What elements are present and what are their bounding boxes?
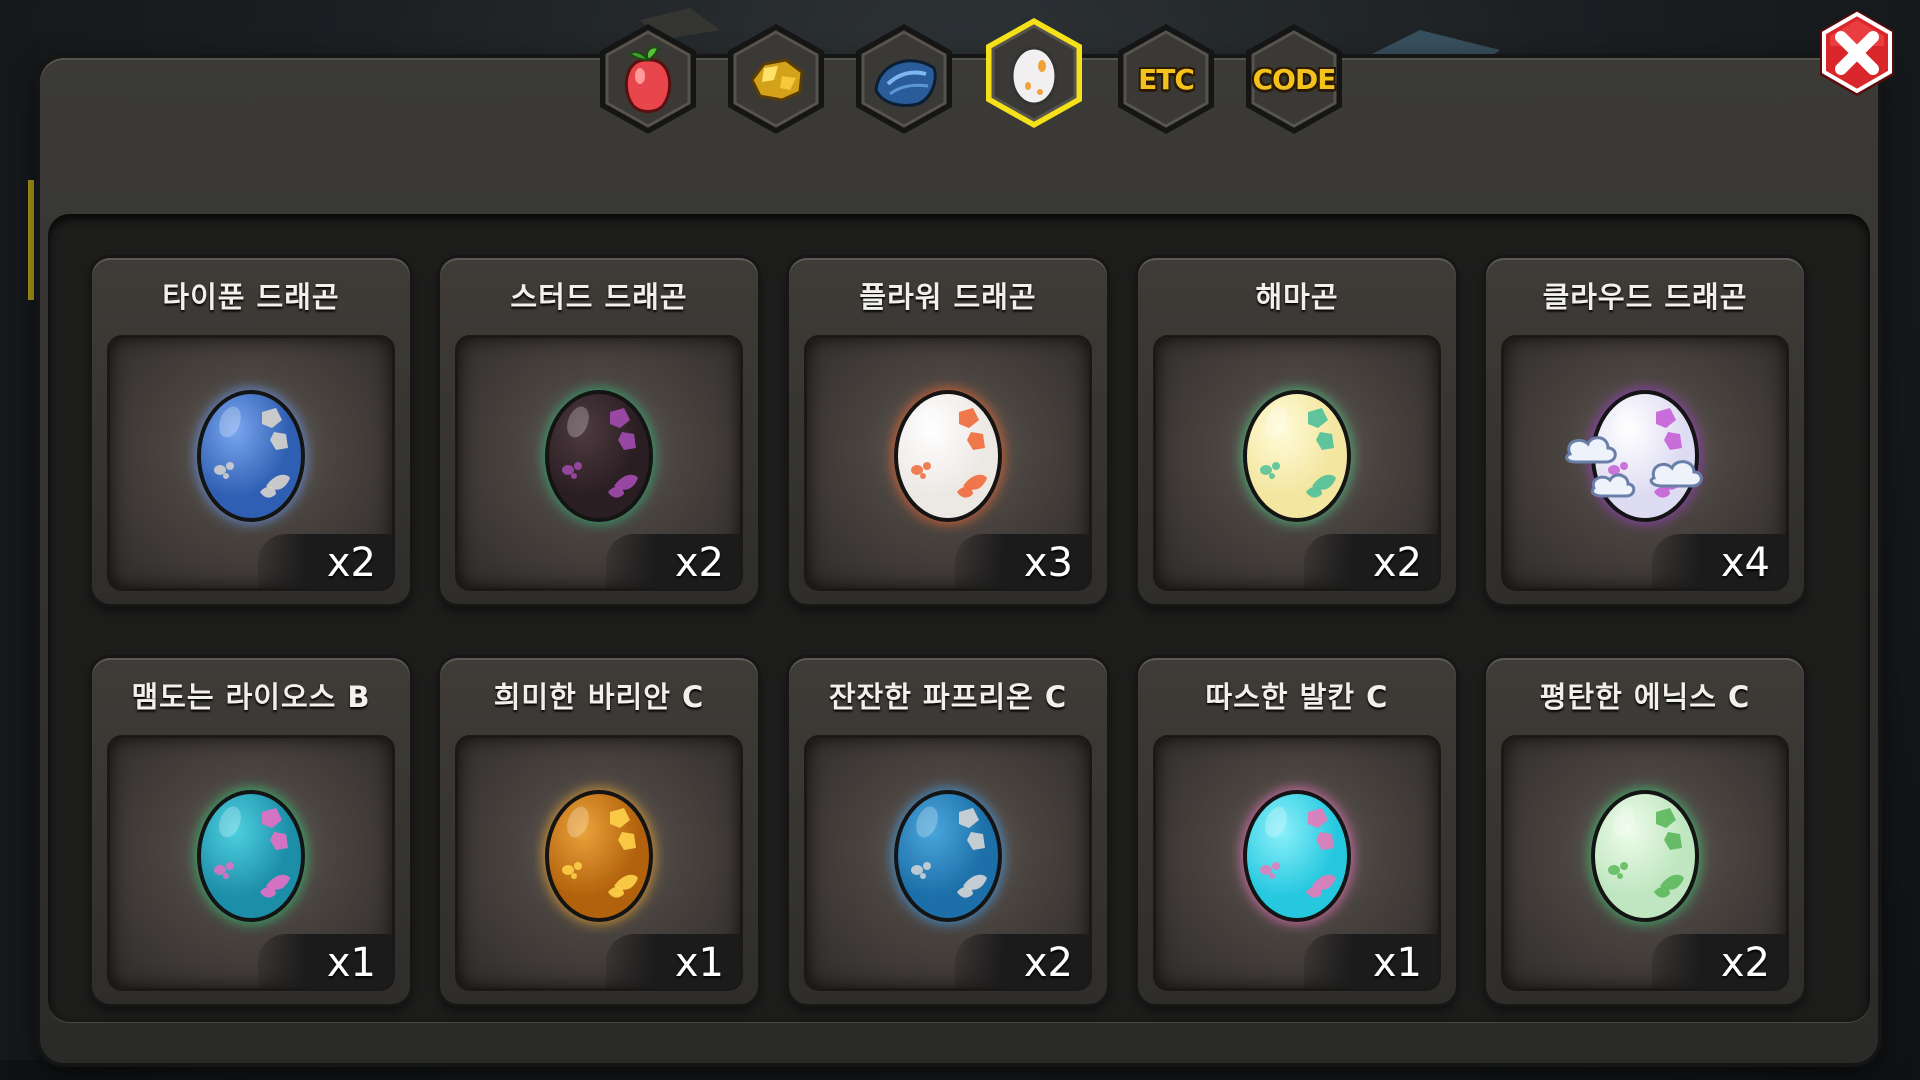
item-card[interactable]: 따스한 발칸 C x1 (1138, 658, 1456, 1004)
item-count: x1 (1372, 940, 1422, 986)
tab-gold[interactable] (720, 20, 832, 138)
item-name: 타이푼 드래곤 (162, 280, 340, 314)
tab-etc-label: ETC (1138, 62, 1195, 96)
item-name: 플라워 드래곤 (859, 280, 1037, 314)
tab-egg[interactable] (978, 14, 1090, 132)
item-name: 맴도는 라이오스 B (131, 680, 371, 714)
dragon-egg-icon (892, 788, 1004, 924)
item-count: x2 (674, 540, 724, 586)
item-slot: x2 (1504, 738, 1786, 988)
dragon-egg-icon (1241, 788, 1353, 924)
item-card[interactable]: 희미한 바리안 C x1 (440, 658, 758, 1004)
item-name: 클라우드 드래곤 (1542, 280, 1748, 314)
close-icon (1820, 10, 1894, 96)
tab-scale[interactable] (848, 20, 960, 138)
item-name: 따스한 발칸 C (1205, 680, 1389, 714)
tab-code-label: CODE (1252, 62, 1337, 96)
item-count: x3 (1023, 540, 1073, 586)
item-name: 해마곤 (1255, 280, 1339, 314)
item-count: x2 (1023, 940, 1073, 986)
category-tabs: ETC CODE (592, 14, 1358, 144)
item-card[interactable]: 스터드 드래곤 x2 (440, 258, 758, 604)
dragon-scale-icon (874, 59, 937, 107)
item-card[interactable]: 클라우드 드래곤 x4 (1486, 258, 1804, 604)
item-slot: x2 (110, 338, 392, 588)
item-grid: 타이푼 드래곤 x2 스터드 드래곤 x2 플라워 드래곤 x3 해마곤 x2 클라우드 드래곤… (92, 258, 1806, 1006)
tab-fruit[interactable] (592, 20, 704, 138)
item-slot: x2 (1156, 338, 1438, 588)
cloud-decoration-icon (1565, 436, 1703, 498)
item-count: x2 (1720, 940, 1770, 986)
close-button[interactable] (1810, 6, 1904, 100)
item-card[interactable]: 잔잔한 파프리온 C x2 (789, 658, 1107, 1004)
dragon-egg-icon (543, 388, 655, 524)
egg-icon (1010, 46, 1058, 106)
dragon-egg-icon (1589, 788, 1701, 924)
item-count: x2 (326, 540, 376, 586)
dragon-egg-icon (543, 788, 655, 924)
item-slot: x3 (807, 338, 1089, 588)
item-slot: x2 (807, 738, 1089, 988)
item-card[interactable]: 해마곤 x2 (1138, 258, 1456, 604)
item-card[interactable]: 플라워 드래곤 x3 (789, 258, 1107, 604)
item-card[interactable]: 맴도는 라이오스 B x1 (92, 658, 410, 1004)
dragon-egg-icon (892, 388, 1004, 524)
item-card[interactable]: 타이푼 드래곤 x2 (92, 258, 410, 604)
tab-etc[interactable]: ETC (1110, 20, 1222, 138)
item-name: 잔잔한 파프리온 C (828, 680, 1068, 714)
item-count: x2 (1372, 540, 1422, 586)
item-slot: x4 (1504, 338, 1786, 588)
item-name: 희미한 바리안 C (493, 680, 705, 714)
tab-code[interactable]: CODE (1238, 20, 1350, 138)
item-slot: x1 (110, 738, 392, 988)
dragon-egg-icon (1241, 388, 1353, 524)
item-count: x1 (674, 940, 724, 986)
fruit-icon (624, 46, 672, 113)
item-count: x1 (326, 940, 376, 986)
gold-nugget-icon (750, 58, 804, 102)
item-name: 평탄한 에닉스 C (1539, 680, 1751, 714)
item-slot: x2 (458, 338, 740, 588)
item-name: 스터드 드래곤 (510, 280, 688, 314)
item-slot: x1 (458, 738, 740, 988)
dragon-egg-icon (195, 788, 307, 924)
dragon-egg-icon (195, 388, 307, 524)
item-card[interactable]: 평탄한 에닉스 C x2 (1486, 658, 1804, 1004)
item-slot: x1 (1156, 738, 1438, 988)
